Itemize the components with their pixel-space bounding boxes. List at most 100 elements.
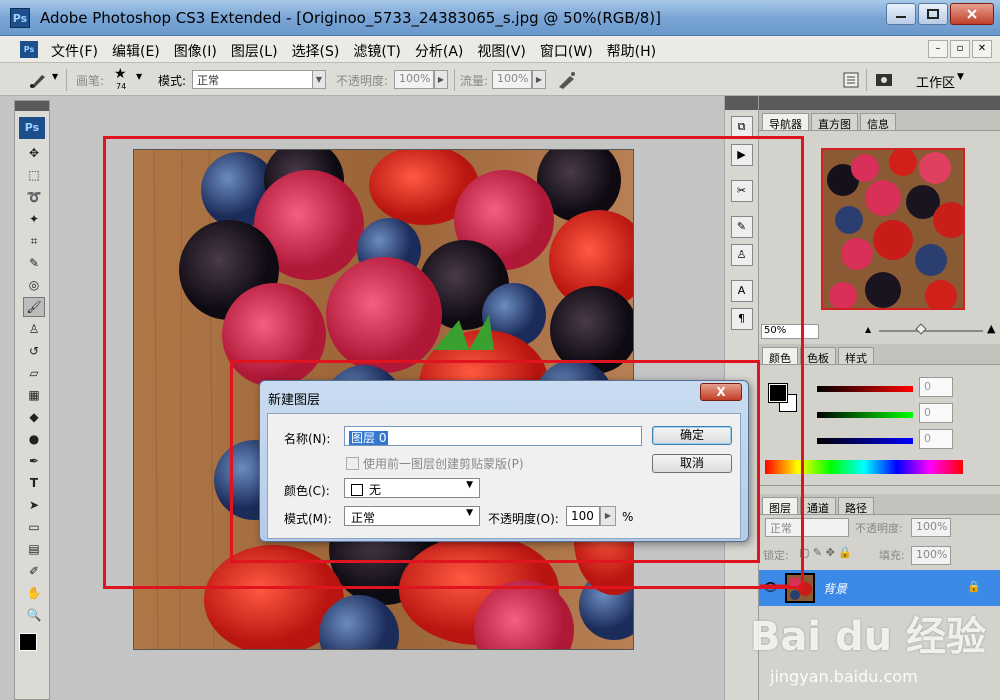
foreground-color-swatch-panel[interactable] (768, 383, 788, 403)
lock-icons[interactable]: ▢ ✎ ✥ 🔒 (799, 546, 852, 559)
brush-preset-icon[interactable]: ★ (114, 66, 127, 82)
navigator-zoom-field[interactable]: 50% (761, 324, 819, 339)
layer-name-input[interactable]: 图层 0 (344, 426, 642, 446)
doc-restore-button[interactable]: ▫ (950, 40, 970, 58)
green-slider[interactable] (817, 412, 913, 418)
red-value[interactable]: 0 (919, 377, 953, 397)
cancel-button[interactable]: 取消 (652, 454, 732, 473)
layer-color-select[interactable]: 无 ▼ (344, 478, 480, 498)
move-tool-icon[interactable]: ✥ (23, 143, 45, 163)
menu-file[interactable]: 文件(F) (44, 41, 105, 61)
ok-button[interactable]: 确定 (652, 426, 732, 445)
airbrush-icon[interactable] (556, 70, 578, 90)
hand-tool-icon[interactable]: ✋ (23, 583, 45, 603)
brush-tool-icon[interactable] (28, 71, 48, 89)
blur-tool-icon[interactable]: ◆ (23, 407, 45, 427)
menu-view[interactable]: 视图(V) (470, 41, 533, 61)
zoom-tool-icon[interactable]: 🔍 (23, 605, 45, 625)
paragraph-panel-icon[interactable]: ¶ (730, 308, 753, 330)
magic-wand-tool-icon[interactable]: ✦ (23, 209, 45, 229)
layer-name[interactable]: 背景 (823, 580, 847, 597)
pen-tool-icon[interactable]: ✒ (23, 451, 45, 471)
opacity-input[interactable]: 100 (566, 506, 600, 526)
brush-tool-icon[interactable]: 🖌 (23, 297, 45, 317)
flow-field[interactable]: 100% (492, 70, 532, 89)
menu-help[interactable]: 帮助(H) (600, 41, 663, 61)
menu-image[interactable]: 图像(I) (167, 41, 224, 61)
blue-slider[interactable] (817, 438, 913, 444)
workspace-button[interactable]: 工作区 (916, 72, 955, 91)
menu-window[interactable]: 窗口(W) (533, 41, 600, 61)
green-value[interactable]: 0 (919, 403, 953, 423)
tab-color[interactable]: 颜色 (762, 347, 798, 365)
opacity-stepper-icon[interactable]: ▶ (600, 506, 616, 526)
tab-navigator[interactable]: 导航器 (762, 113, 809, 131)
tab-paths[interactable]: 路径 (838, 497, 874, 515)
tab-swatches[interactable]: 色板 (800, 347, 836, 365)
layer-blend-mode[interactable]: 正常 (765, 518, 849, 537)
layer-row-background[interactable]: 👁 背景 🔒 (759, 570, 1000, 606)
tab-histogram[interactable]: 直方图 (811, 113, 858, 131)
path-selection-tool-icon[interactable]: ➤ (23, 495, 45, 515)
brush-dropdown-icon[interactable]: ▼ (136, 72, 142, 81)
dodge-tool-icon[interactable]: ● (23, 429, 45, 449)
tab-channels[interactable]: 通道 (800, 497, 836, 515)
slice-tool-icon[interactable]: ✎ (23, 253, 45, 273)
menu-edit[interactable]: 编辑(E) (105, 41, 167, 61)
zoom-in-icon[interactable]: ▲ (987, 322, 995, 335)
menu-filter[interactable]: 滤镜(T) (346, 41, 407, 61)
tab-info[interactable]: 信息 (860, 113, 896, 131)
clipping-mask-checkbox[interactable] (346, 457, 359, 470)
flow-arrow-icon[interactable]: ▶ (532, 70, 546, 89)
character-panel-icon[interactable]: A (730, 280, 753, 302)
menu-layer[interactable]: 图层(L) (224, 41, 285, 61)
layer-opacity-field[interactable]: 100% (911, 518, 951, 537)
mode-select[interactable]: 正常 (192, 70, 314, 89)
mode-dropdown-icon[interactable]: ▼ (312, 70, 326, 89)
menu-analysis[interactable]: 分析(A) (408, 41, 471, 61)
crop-tool-icon[interactable]: ⌗ (23, 231, 45, 251)
history-panel-icon[interactable]: ⧉ (730, 116, 753, 138)
minimize-button[interactable] (886, 3, 916, 25)
gradient-tool-icon[interactable]: ▦ (23, 385, 45, 405)
healing-brush-tool-icon[interactable]: ◎ (23, 275, 45, 295)
zoom-slider[interactable] (879, 330, 983, 332)
blue-value[interactable]: 0 (919, 429, 953, 449)
clone-source-icon[interactable]: ♙ (730, 244, 753, 266)
eraser-tool-icon[interactable]: ▱ (23, 363, 45, 383)
navigator-preview[interactable] (821, 148, 965, 310)
dialog-close-button[interactable]: X (700, 383, 742, 401)
opacity-field[interactable]: 100% (394, 70, 434, 89)
workspace-dropdown-icon[interactable]: ▼ (957, 72, 964, 82)
document-icon[interactable]: Ps (20, 41, 38, 58)
actions-panel-icon[interactable]: ▶ (730, 144, 753, 166)
fill-field[interactable]: 100% (911, 546, 951, 565)
doc-minimize-button[interactable]: – (928, 40, 948, 58)
eyedropper-tool-icon[interactable]: ✐ (23, 561, 45, 581)
doc-close-button[interactable]: ✕ (972, 40, 992, 58)
history-brush-tool-icon[interactable]: ↺ (23, 341, 45, 361)
menu-select[interactable]: 选择(S) (285, 41, 347, 61)
lasso-tool-icon[interactable]: ➰ (23, 187, 45, 207)
color-spectrum-ramp[interactable] (765, 460, 963, 474)
red-slider[interactable] (817, 386, 913, 392)
bridge-icon[interactable] (874, 70, 898, 90)
palette-well-icon[interactable] (842, 71, 860, 89)
tool-preset-dropdown-icon[interactable]: ▼ (52, 72, 58, 81)
color-swatches[interactable] (15, 627, 49, 661)
tab-layers[interactable]: 图层 (762, 497, 798, 515)
blend-mode-select[interactable]: 正常 ▼ (344, 506, 480, 526)
foreground-color-swatch[interactable] (19, 633, 37, 651)
zoom-out-icon[interactable]: ▲ (865, 325, 871, 334)
stamp-tool-icon[interactable]: ♙ (23, 319, 45, 339)
maximize-button[interactable] (918, 3, 948, 25)
notes-tool-icon[interactable]: ▤ (23, 539, 45, 559)
tool-presets-icon[interactable]: ✂ (730, 180, 753, 202)
shape-tool-icon[interactable]: ▭ (23, 517, 45, 537)
type-tool-icon[interactable]: T (23, 473, 45, 493)
tab-styles[interactable]: 样式 (838, 347, 874, 365)
opacity-arrow-icon[interactable]: ▶ (434, 70, 448, 89)
close-button[interactable] (950, 3, 994, 25)
brushes-panel-icon[interactable]: ✎ (730, 216, 753, 238)
marquee-tool-icon[interactable]: ⬚ (23, 165, 45, 185)
